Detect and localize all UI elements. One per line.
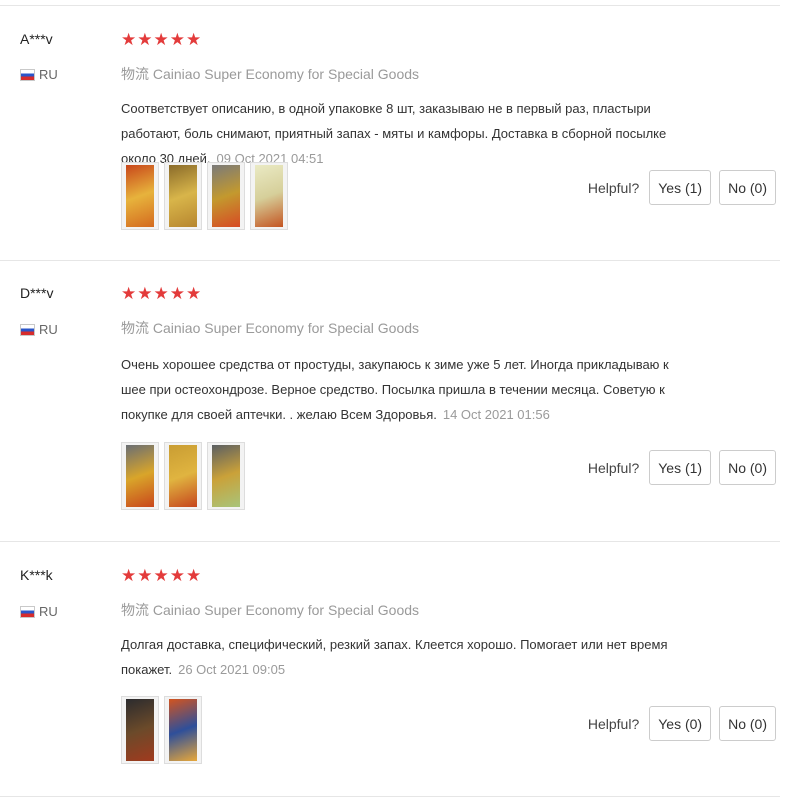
helpful-no-button[interactable]: No (0) [719, 450, 776, 485]
review-image-thumbnail[interactable] [250, 162, 288, 230]
review-text-block: Соответствует описанию, в одной упаковке… [121, 96, 681, 171]
review-text-block: Долгая доставка, специфический, резкий з… [121, 632, 681, 682]
helpful-label: Helpful? [587, 715, 640, 732]
review-text: Очень хорошее средства от простуды, заку… [121, 357, 669, 422]
helpful-no-button[interactable]: No (0) [719, 706, 776, 741]
review-image-thumbnail[interactable] [207, 162, 245, 230]
logistics-info: 物流 Cainiao Super Economy for Special Goo… [121, 66, 420, 82]
review-divider [0, 796, 780, 797]
review-image-thumbnail[interactable] [164, 442, 202, 510]
helpful-no-button[interactable]: No (0) [719, 170, 776, 205]
star-icon: ★ [169, 566, 185, 585]
review-image-thumbnail[interactable] [121, 696, 159, 764]
reviewer-country: RU [20, 604, 58, 619]
russia-flag-icon [20, 605, 35, 618]
star-icon: ★ [137, 566, 153, 585]
review-images [121, 442, 245, 510]
logistics-info: 物流 Cainiao Super Economy for Special Goo… [121, 320, 420, 336]
star-icon: ★ [137, 284, 153, 303]
reviewer-country: RU [20, 67, 58, 82]
review-image-thumbnail[interactable] [121, 442, 159, 510]
star-icon: ★ [137, 30, 153, 49]
top-divider [0, 5, 780, 6]
reviewer-name: K***k [20, 567, 53, 583]
helpful-controls: Helpful? Yes (1) No (0) [588, 450, 776, 485]
country-code: RU [39, 322, 58, 337]
review-image-thumbnail[interactable] [121, 162, 159, 230]
review-text: Соответствует описанию, в одной упаковке… [121, 101, 667, 166]
helpful-controls: Helpful? Yes (0) No (0) [588, 706, 776, 741]
logistics-info: 物流 Cainiao Super Economy for Special Goo… [121, 602, 420, 618]
star-icon: ★ [169, 30, 185, 49]
country-code: RU [39, 604, 58, 619]
reviewer-country: RU [20, 322, 58, 337]
review-date: 26 Oct 2021 09:05 [178, 662, 286, 677]
star-icon: ★ [153, 284, 169, 303]
russia-flag-icon [20, 323, 35, 336]
helpful-yes-button[interactable]: Yes (1) [649, 170, 712, 205]
reviewer-name: D***v [20, 285, 54, 301]
helpful-yes-button[interactable]: Yes (1) [649, 450, 712, 485]
star-icon: ★ [153, 566, 169, 585]
star-icon: ★ [121, 284, 137, 303]
review-divider [0, 541, 780, 542]
star-icon: ★ [186, 284, 202, 303]
review-image-thumbnail[interactable] [164, 162, 202, 230]
star-rating: ★ ★ ★ ★ ★ [121, 285, 201, 302]
helpful-label: Helpful? [587, 459, 640, 476]
helpful-controls: Helpful? Yes (1) No (0) [588, 170, 776, 205]
star-rating: ★ ★ ★ ★ ★ [121, 567, 201, 584]
star-icon: ★ [186, 566, 202, 585]
star-icon: ★ [169, 284, 185, 303]
review-image-thumbnail[interactable] [164, 696, 202, 764]
star-icon: ★ [153, 30, 169, 49]
review-date: 14 Oct 2021 01:56 [442, 407, 550, 422]
review-image-thumbnail[interactable] [207, 442, 245, 510]
helpful-label: Helpful? [587, 179, 640, 196]
helpful-yes-button[interactable]: Yes (0) [649, 706, 712, 741]
review-divider [0, 260, 780, 261]
reviewer-name: A***v [20, 31, 53, 47]
country-code: RU [39, 67, 58, 82]
star-icon: ★ [121, 30, 137, 49]
star-icon: ★ [121, 566, 137, 585]
review-images [121, 162, 288, 230]
review-text-block: Очень хорошее средства от простуды, заку… [121, 352, 681, 427]
star-icon: ★ [186, 30, 202, 49]
review-images [121, 696, 202, 764]
russia-flag-icon [20, 68, 35, 81]
star-rating: ★ ★ ★ ★ ★ [121, 31, 201, 48]
